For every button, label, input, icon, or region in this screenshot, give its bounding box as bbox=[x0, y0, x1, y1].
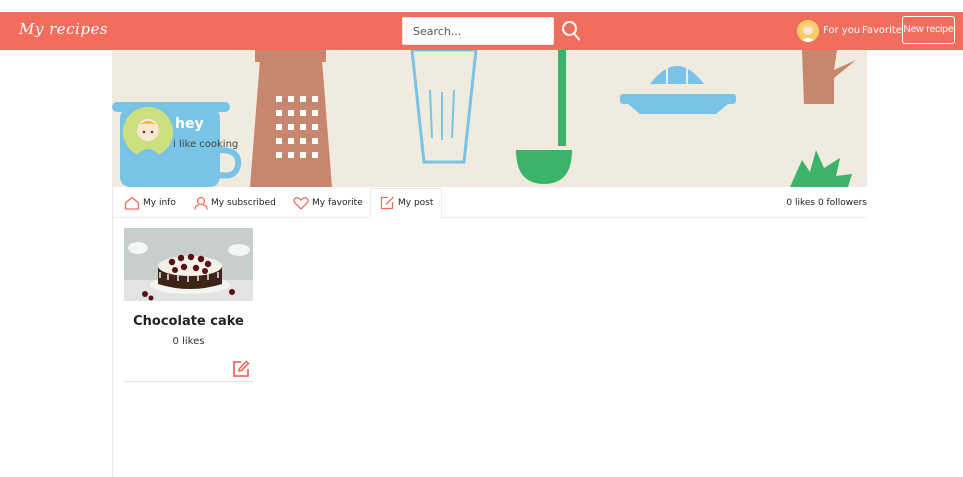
edit-icon bbox=[380, 196, 394, 210]
tab-label: My subscribed bbox=[211, 198, 276, 208]
search-input[interactable] bbox=[403, 18, 553, 44]
recipe-image[interactable] bbox=[124, 228, 253, 301]
user-icon bbox=[194, 196, 208, 210]
recipe-card[interactable]: Chocolate cake 0 likes bbox=[124, 228, 253, 382]
profile-name: hey bbox=[175, 116, 204, 132]
profile-stats: 0 likes 0 followers bbox=[786, 198, 867, 208]
search-box bbox=[402, 17, 554, 45]
top-navbar: My recipes For you Favorite New recipe bbox=[0, 12, 963, 50]
home-icon bbox=[124, 196, 140, 210]
tab-label: My post bbox=[398, 198, 434, 208]
tab-my-subscribed[interactable]: My subscribed bbox=[194, 188, 276, 218]
profile-avatar[interactable] bbox=[123, 107, 173, 157]
profile-bio: i like cooking bbox=[173, 139, 239, 150]
user-avatar[interactable] bbox=[797, 20, 819, 42]
profile-tabs: My info My subscribed My favorite My pos… bbox=[112, 188, 867, 218]
tab-label: My favorite bbox=[312, 198, 363, 208]
recipe-title[interactable]: Chocolate cake bbox=[124, 314, 253, 329]
heart-icon bbox=[293, 197, 309, 210]
profile-banner: hey i like cooking bbox=[112, 50, 867, 187]
new-recipe-button[interactable]: New recipe bbox=[902, 16, 955, 44]
content-divider bbox=[112, 188, 113, 477]
nav-for-you-link[interactable]: For you bbox=[823, 25, 860, 36]
kitchen-illustration bbox=[112, 50, 856, 187]
nav-favorite-link[interactable]: Favorite bbox=[862, 25, 902, 36]
edit-recipe-icon[interactable] bbox=[232, 360, 250, 378]
search-icon[interactable] bbox=[561, 20, 581, 42]
tab-my-info[interactable]: My info bbox=[124, 188, 176, 218]
recipe-likes: 0 likes bbox=[172, 336, 205, 347]
tab-my-favorite[interactable]: My favorite bbox=[293, 188, 363, 218]
app-logo[interactable]: My recipes bbox=[19, 20, 108, 38]
tab-my-post[interactable]: My post bbox=[370, 188, 442, 218]
tab-label: My info bbox=[143, 198, 176, 208]
